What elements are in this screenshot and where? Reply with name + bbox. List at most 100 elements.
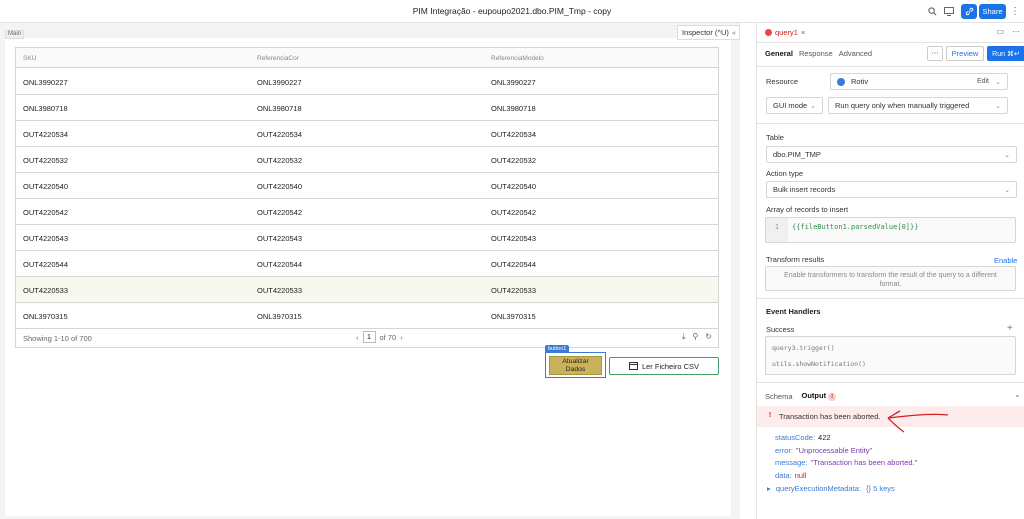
divider: [757, 66, 1024, 67]
table-header: SKU ReferenciaCor ReferenciaModelo: [16, 48, 718, 68]
collapse-icon[interactable]: «: [732, 28, 736, 37]
run-button[interactable]: Run ⌘↵: [987, 46, 1024, 61]
query-name: query1: [775, 28, 798, 37]
frame-label: Main: [5, 30, 25, 39]
table-row[interactable]: OUT4220543 OUT4220543 OUT4220543: [16, 225, 718, 251]
atualizar-label-line1: Atualizar: [562, 358, 589, 365]
metadata-row[interactable]: ▸ queryExecutionMetadata: {} 5 keys: [767, 484, 895, 493]
table-cell: ONL3970315: [23, 312, 68, 321]
action-type-value: Bulk insert records: [773, 185, 836, 194]
row-count-label: Showing 1-10 of 700: [23, 334, 92, 343]
tab-schema[interactable]: Schema: [765, 392, 793, 401]
enable-transform-link[interactable]: Enable: [994, 256, 1017, 265]
table-cell: OUT4220532: [491, 156, 537, 165]
table-row[interactable]: OUT4220534 OUT4220534 OUT4220534: [16, 121, 718, 147]
next-page-icon[interactable]: ›: [400, 333, 403, 342]
tab-advanced[interactable]: Advanced: [839, 49, 872, 58]
inspector-toggle[interactable]: Inspector (^U) «: [677, 25, 740, 40]
metadata-key: queryExecutionMetadata:: [775, 484, 861, 493]
output-field-key: message:: [775, 458, 808, 467]
table-cell: OUT4220540: [257, 182, 303, 191]
table-cell: OUT4220532: [257, 156, 303, 165]
event-handlers-label: Event Handlers: [766, 307, 821, 316]
error-icon: !: [768, 412, 772, 419]
more-vertical-icon[interactable]: ⋮: [1008, 4, 1022, 18]
preview-button[interactable]: Preview: [946, 46, 984, 61]
line-number: 1: [766, 218, 788, 242]
mode-select[interactable]: GUI mode ⌄: [766, 97, 823, 114]
error-message: Transaction has been aborted.: [779, 412, 881, 421]
tab-general[interactable]: General: [765, 49, 793, 58]
column-header-referencia-modelo[interactable]: ReferenciaModelo: [491, 55, 544, 62]
ler-ficheiro-label: Ler Ficheiro CSV: [641, 361, 700, 371]
table-row[interactable]: OUT4220533 OUT4220533 OUT4220533: [16, 277, 718, 303]
expand-arrow-icon[interactable]: ▸: [767, 484, 771, 493]
more-horizontal-icon[interactable]: ⋯: [1012, 27, 1020, 36]
table-select[interactable]: dbo.PIM_TMP ⌄: [766, 146, 1017, 163]
handler-item[interactable]: utils.showNotification(): [772, 360, 866, 368]
resource-select[interactable]: Rotiv Edit ⌄: [830, 73, 1008, 90]
output-field: data: null: [775, 471, 806, 480]
chevron-down-icon: ⌄: [995, 79, 1001, 86]
filter-icon[interactable]: ⚲: [692, 332, 698, 342]
display-icon[interactable]: [942, 4, 956, 18]
output-field-key: data:: [775, 471, 792, 480]
database-icon: [837, 77, 845, 86]
table-cell: OUT4220543: [23, 234, 69, 243]
link-icon[interactable]: [961, 4, 977, 19]
selected-component-tag[interactable]: button1: [545, 345, 570, 353]
tab-response[interactable]: Response: [799, 49, 833, 58]
search-icon[interactable]: [925, 4, 939, 18]
query-tab[interactable]: query1 ×: [765, 28, 805, 37]
table-row[interactable]: ONL3990227 ONL3990227 ONL3990227: [16, 69, 718, 95]
divider: [757, 123, 1024, 124]
table-cell: OUT4220534: [491, 130, 537, 139]
chevron-expand-icon[interactable]: ⌄: [1014, 390, 1021, 399]
query-subtabs: General Response Advanced: [765, 49, 872, 58]
close-icon[interactable]: ×: [801, 28, 805, 37]
minimize-icon[interactable]: ▭: [996, 27, 1004, 36]
output-field-value: null: [794, 471, 807, 480]
table-cell: OUT4220543: [491, 234, 537, 243]
table-row[interactable]: ONL3980718 ONL3980718 ONL3980718: [16, 95, 718, 121]
divider: [757, 298, 1024, 299]
table-cell: ONL3990227: [257, 78, 302, 87]
tab-output[interactable]: Output!: [802, 391, 837, 401]
table-cell: ONL3970315: [257, 312, 302, 321]
trigger-select[interactable]: Run query only when manually triggered ⌄: [828, 97, 1008, 114]
share-button[interactable]: Share: [979, 4, 1006, 19]
action-type-select[interactable]: Bulk insert records ⌄: [766, 181, 1017, 198]
data-table[interactable]: SKU ReferenciaCor ReferenciaModelo ONL39…: [15, 47, 719, 348]
table-row[interactable]: OUT4220532 OUT4220532 OUT4220532: [16, 147, 718, 173]
records-code-editor[interactable]: 1 {{fileButton1.parsedValue[0]}}: [765, 217, 1016, 243]
page-total: of 70: [379, 332, 397, 342]
output-field-value: 422: [818, 433, 831, 442]
more-actions-button[interactable]: ⋯: [927, 46, 943, 61]
download-icon[interactable]: ⤓: [682, 332, 686, 342]
table-cell: OUT4220542: [491, 208, 537, 217]
column-header-referencia-cor[interactable]: ReferenciaCor: [257, 55, 299, 62]
table-row[interactable]: OUT4220544 OUT4220544 OUT4220544: [16, 251, 718, 277]
handler-item[interactable]: query3.trigger(): [772, 344, 835, 352]
prev-page-icon[interactable]: ‹: [356, 333, 359, 342]
column-header-sku[interactable]: SKU: [23, 55, 36, 62]
table-row[interactable]: OUT4220540 OUT4220540 OUT4220540: [16, 173, 718, 199]
app-title: PIM Integração - eupoupo2021.dbo.PIM_Tmp…: [412, 6, 612, 16]
table-cell: OUT4220533: [491, 286, 537, 295]
page-input[interactable]: 1: [362, 331, 376, 343]
ler-ficheiro-csv-button[interactable]: Ler Ficheiro CSV: [609, 357, 719, 375]
table-cell: OUT4220533: [257, 286, 303, 295]
success-handlers-list[interactable]: query3.trigger() utils.showNotification(…: [765, 336, 1016, 375]
refresh-icon[interactable]: ↻: [705, 332, 712, 342]
edit-resource-link[interactable]: Edit: [977, 78, 989, 85]
add-handler-icon[interactable]: +: [1007, 323, 1013, 334]
table-cell: OUT4220534: [257, 130, 303, 139]
error-icon: !: [828, 393, 837, 401]
table-row[interactable]: OUT4220542 OUT4220542 OUT4220542: [16, 199, 718, 225]
transform-hint: Enable transformers to transform the res…: [765, 266, 1016, 291]
output-field-key: error:: [775, 446, 793, 455]
output-field: statusCode: 422: [775, 433, 831, 442]
atualizar-dados-button[interactable]: Atualizar Dados: [549, 356, 602, 375]
table-row[interactable]: ONL3970315 ONL3970315 ONL3970315: [16, 303, 718, 329]
output-field-key: statusCode:: [775, 433, 816, 442]
